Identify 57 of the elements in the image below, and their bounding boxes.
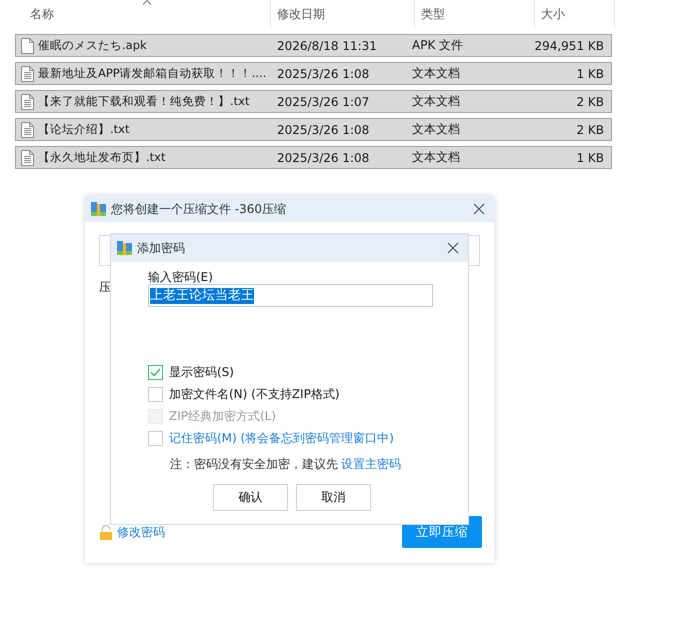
file-icon: [21, 38, 34, 54]
file-name: 【论坛介绍】.txt: [38, 122, 130, 137]
column-header[interactable]: 名称: [0, 0, 271, 28]
column-header[interactable]: 类型: [415, 0, 535, 28]
file-row[interactable]: 【论坛介绍】.txt 2025/3/26 1:08 文本文档 2 KB: [15, 118, 612, 141]
text-file-icon: [21, 66, 34, 82]
text-file-icon: [21, 150, 34, 166]
archive-icon: [117, 241, 132, 255]
checkbox[interactable]: [148, 365, 163, 380]
checkbox[interactable]: [148, 431, 163, 446]
change-password-link[interactable]: 修改密码: [117, 524, 165, 540]
dialog-title: 添加密码: [137, 240, 186, 256]
file-date: 2025/3/26 1:08: [276, 150, 370, 164]
window-title: 您将创建一个压缩文件 -360压缩: [111, 200, 288, 218]
file-date: 2026/8/18 11:31: [276, 38, 378, 52]
password-field[interactable]: 上老王论坛当老王: [148, 284, 433, 307]
close-icon[interactable]: [447, 242, 459, 254]
column-header[interactable]: 修改日期: [271, 0, 415, 28]
file-date: 2025/3/26 1:08: [276, 66, 370, 80]
file-size: 294,951 KB: [533, 38, 604, 52]
file-type: 文本文档: [412, 121, 461, 138]
file-date: 2025/3/26 1:07: [276, 94, 370, 108]
file-name: 【来了就能下载和观看！纯免费！】.txt: [38, 94, 250, 109]
file-date: 2025/3/26 1:08: [276, 122, 370, 136]
master-password-link[interactable]: 设置主密码: [341, 457, 401, 471]
password-label: 输入密码(E): [148, 270, 214, 284]
note-text: 注：密码没有安全加密，建议先: [170, 457, 338, 471]
file-type: APK 文件: [412, 37, 464, 54]
dialog-button[interactable]: 确认: [213, 484, 288, 511]
file-size: 1 KB: [575, 150, 604, 164]
text-file-icon: [21, 94, 34, 110]
text-file-icon: [21, 122, 34, 138]
sort-caret-icon: [142, 0, 152, 5]
file-row[interactable]: 催眠のメスたち.apk 2026/8/18 11:31 APK 文件 294,951 KB: [15, 34, 612, 57]
field-label: 压: [99, 279, 111, 296]
checkbox[interactable]: [148, 387, 163, 402]
file-size: 2 KB: [575, 94, 604, 108]
file-row[interactable]: 【来了就能下载和观看！纯免费！】.txt 2025/3/26 1:07 文本文档 2 KB: [15, 90, 612, 113]
close-icon[interactable]: [473, 203, 485, 215]
option-link[interactable]: 记住密码(M) (将会备忘到密码管理窗口中): [169, 430, 394, 447]
dialog-button[interactable]: 取消: [296, 484, 371, 511]
lock-icon: [99, 524, 113, 540]
archive-icon: [91, 202, 106, 216]
file-row[interactable]: 最新地址及APP请发邮箱自动获取！！！.... 2025/3/26 1:08 文本文档 1 KB: [15, 62, 612, 85]
file-type: 文本文档: [412, 93, 461, 110]
file-name: 最新地址及APP请发邮箱自动获取！！！....: [38, 66, 268, 81]
file-type: 文本文档: [412, 149, 461, 166]
column-header[interactable]: 大小: [535, 0, 615, 28]
file-name: 催眠のメスたち.apk: [38, 38, 148, 53]
option-label: ZIP经典加密方式(L): [169, 408, 276, 425]
file-type: 文本文档: [412, 65, 461, 82]
option-label: 显示密码(S): [169, 364, 234, 381]
option-label: 加密文件名(N) (不支持ZIP格式): [169, 386, 340, 403]
file-size: 2 KB: [575, 122, 604, 136]
file-name: 【永久地址发布页】.txt: [38, 150, 166, 165]
file-size: 1 KB: [575, 66, 604, 80]
file-row[interactable]: 【永久地址发布页】.txt 2025/3/26 1:08 文本文档 1 KB: [15, 146, 612, 169]
